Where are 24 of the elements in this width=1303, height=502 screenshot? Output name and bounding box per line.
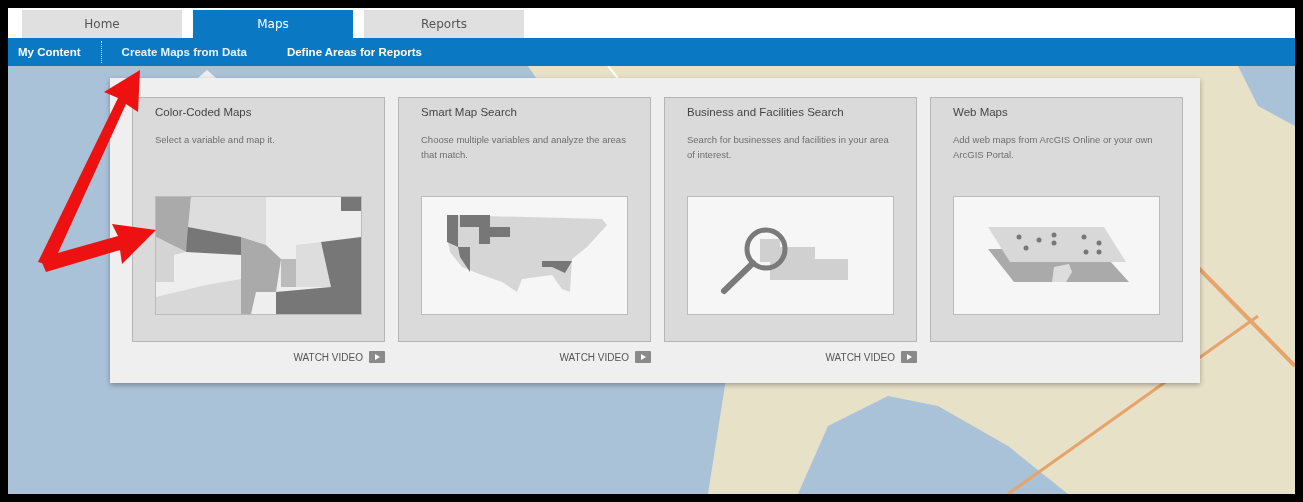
watch-video-link[interactable]: WATCH VIDEO <box>293 351 385 363</box>
nav-link[interactable]: My Content <box>18 46 81 58</box>
card-title: Business and Facilities Search <box>687 106 845 118</box>
map-type-card[interactable]: Smart Map Search Choose multiple variables and analyze the areas that match. <box>398 97 651 342</box>
nav-link[interactable]: Define Areas for Reports <box>286 46 422 58</box>
card-description: Add web maps from ArcGIS Online or your own ArcGIS Portal. <box>953 133 1154 162</box>
watch-video-link[interactable]: WATCH VIDEO <box>559 351 651 363</box>
map-type-card[interactable]: Business and Facilities Search Search for businesses and facilities in your area of interest. <box>664 97 917 342</box>
tab[interactable]: Maps <box>193 10 353 38</box>
play-icon <box>635 351 651 363</box>
play-icon <box>369 351 385 363</box>
map-type-card[interactable]: Color-Coded Maps Select a variable and map it. <box>132 97 385 342</box>
tab[interactable]: Reports <box>364 10 524 38</box>
play-icon <box>901 351 917 363</box>
card-description: Select a variable and map it. <box>155 133 276 147</box>
card-description: Choose multiple variables and analyze the areas that match. <box>421 133 627 162</box>
nav-link[interactable]: Create Maps from Data <box>121 46 247 58</box>
card-title: Color-Coded Maps <box>155 106 253 118</box>
card-title: Web Maps <box>953 106 1009 118</box>
card-title: Smart Map Search <box>421 106 518 118</box>
tab[interactable]: Home <box>22 10 182 38</box>
card-description: Search for businesses and facilities in your area of interest. <box>687 133 890 162</box>
watch-video-link[interactable]: WATCH VIDEO <box>825 351 917 363</box>
map-type-card[interactable]: Web Maps Add web maps from ArcGIS Online or your own ArcGIS Portal. <box>930 97 1183 342</box>
